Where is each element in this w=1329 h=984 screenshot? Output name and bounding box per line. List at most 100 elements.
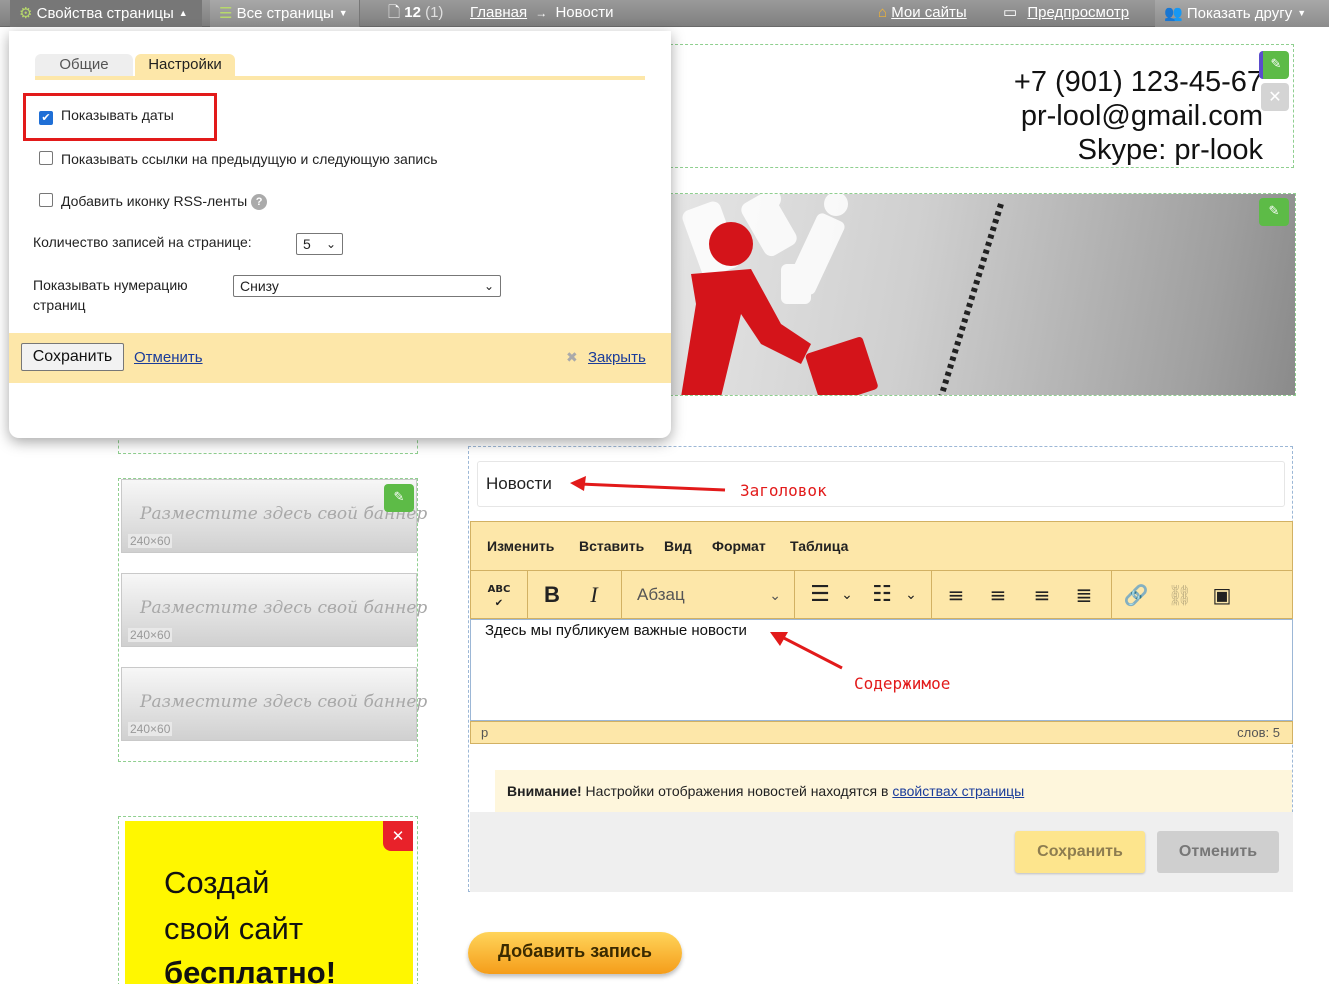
promo-block: Создай свой сайт бесплатно! ✕	[118, 816, 418, 984]
tab-general[interactable]: Общие	[35, 54, 133, 78]
monitor-icon: ▭	[1003, 4, 1018, 21]
option-rss-icon[interactable]: Добавить иконку RSS-ленты?	[39, 193, 268, 210]
my-sites-label: Мои сайты	[891, 4, 967, 21]
my-sites-link[interactable]: ⌂ Мои сайты	[878, 0, 967, 27]
link-icon[interactable]: 🔗	[1121, 571, 1151, 619]
preview-link[interactable]: ▭ Предпросмотр	[1003, 0, 1129, 27]
contacts: +7 (901) 123-45-67 pr-lool@gmail.com Sky…	[1014, 65, 1263, 167]
chevron-down-icon[interactable]: ⌄	[903, 571, 919, 619]
align-right-icon[interactable]: ≡	[1027, 571, 1057, 619]
close-icon[interactable]: ✖	[566, 349, 578, 366]
settings-notice: Внимание! Настройки отображения новостей…	[495, 770, 1292, 812]
banner-image	[661, 194, 1295, 395]
promo-line-3: бесплатно!	[164, 955, 337, 984]
prev-next-label: Показывать ссылки на предыдущую и следую…	[61, 151, 438, 167]
popup-close-link[interactable]: Закрыть	[588, 349, 646, 366]
rss-label: Добавить иконку RSS-ленты	[61, 193, 248, 209]
annotation-arrows	[570, 476, 843, 670]
page-count[interactable]: 🗋 12 (1)	[388, 0, 443, 27]
pagination-select[interactable]: Снизу ⌄	[233, 275, 501, 297]
add-post-button[interactable]: Добавить запись	[468, 932, 682, 974]
popup-save-button[interactable]: Сохранить	[21, 343, 124, 371]
ad-slot-text: Разместите здесь свой баннер	[140, 692, 428, 712]
pencil-icon: ✎	[1270, 57, 1282, 72]
page-settings-popup: Общие Настройки ✔ Показывать даты Показыв…	[9, 31, 671, 438]
ad-slots-block: Разместите здесь свой баннер 240×60 ✎ Ра…	[118, 478, 427, 762]
pencil-icon: ✎	[393, 490, 405, 505]
edit-ads-button[interactable]: ✎	[384, 484, 414, 512]
pagination-label-line-2: страниц	[33, 297, 86, 313]
show-dates-checkbox[interactable]: ✔	[39, 111, 53, 125]
annotation-title: Заголовок	[740, 481, 827, 500]
chevron-down-icon: ▼	[338, 8, 348, 18]
ad-slot[interactable]: Разместите здесь свой баннер 240×60	[121, 667, 427, 741]
unlink-icon[interactable]: ⛓	[1165, 571, 1195, 619]
header-banner[interactable]: ✎	[660, 193, 1296, 396]
notice-label: Внимание!	[507, 783, 582, 799]
breadcrumb-current: Новости	[555, 4, 614, 21]
per-page-label: Количество записей на странице:	[33, 234, 252, 250]
all-pages-label: Все страницы	[236, 5, 334, 22]
status-word-count: слов: 5	[1237, 725, 1280, 740]
popup-cancel-link[interactable]: Отменить	[134, 349, 203, 366]
numbered-list-icon[interactable]: ☷	[867, 571, 897, 619]
tab-underline	[35, 76, 645, 80]
ad-slot[interactable]: Разместите здесь свой баннер 240×60 ✎	[121, 479, 427, 553]
ad-slot-size: 240×60	[128, 628, 173, 642]
align-left-icon[interactable]: ≡	[941, 571, 971, 619]
close-contacts-button[interactable]: ✕	[1261, 83, 1289, 111]
chevron-down-icon: ▼	[1297, 8, 1307, 18]
pagination-label-line-1: Показывать нумерацию	[33, 277, 188, 293]
promo-line-2: свой сайт	[164, 911, 304, 946]
promo-close-button[interactable]: ✕	[383, 821, 413, 851]
ad-slot-size: 240×60	[128, 534, 173, 548]
page-count-value: 12	[404, 4, 421, 21]
per-page-value: 5	[303, 236, 311, 252]
show-friend-label: Показать другу	[1186, 5, 1293, 22]
status-element-path[interactable]: p	[481, 725, 488, 740]
contact-phone: +7 (901) 123-45-67	[1013, 66, 1263, 98]
close-icon: ✕	[391, 827, 405, 845]
top-bar: ⚙ Свойства страницы ▲ ☰ Все страницы ▼ 🗋 1…	[0, 0, 1329, 27]
users-icon: 👥	[1164, 5, 1183, 22]
show-friend-button[interactable]: 👥 Показать другу ▼	[1155, 0, 1329, 27]
close-icon: ✕	[1268, 87, 1282, 106]
page-properties-button[interactable]: ⚙ Свойства страницы ▲	[10, 0, 202, 27]
option-prev-next-links[interactable]: Показывать ссылки на предыдущую и следую…	[39, 151, 438, 167]
tab-settings[interactable]: Настройки	[135, 54, 235, 78]
promo-banner[interactable]: Создай свой сайт бесплатно! ✕	[125, 821, 413, 984]
ad-slot-size: 240×60	[128, 722, 173, 736]
breadcrumb-home-link[interactable]: Главная	[470, 4, 527, 21]
pagination-value: Снизу	[240, 278, 279, 294]
per-page-select[interactable]: 5 ⌄	[296, 233, 343, 255]
chevron-up-icon: ▲	[178, 8, 188, 18]
contact-email: pr-lool@gmail.com	[1020, 100, 1263, 132]
chevron-down-icon: ⌄	[325, 237, 336, 251]
spellcheck-icon[interactable]: ABC ✔	[481, 571, 517, 619]
list-icon: ☰	[219, 5, 233, 22]
document-icon: 🗋	[388, 4, 401, 21]
ad-slot[interactable]: Разместите здесь свой баннер 240×60	[121, 573, 427, 647]
prev-next-checkbox[interactable]	[39, 151, 53, 165]
contact-skype: Skype: pr-look	[1077, 134, 1263, 166]
option-show-dates[interactable]: ✔ Показывать даты	[39, 107, 174, 125]
align-center-icon[interactable]: ≡	[983, 571, 1013, 619]
page-properties-label: Свойства страницы	[36, 5, 174, 22]
pagination-label: Показывать нумерацию страниц	[33, 275, 188, 315]
show-dates-label: Показывать даты	[61, 107, 174, 123]
edit-contacts-button[interactable]: ✎	[1259, 51, 1289, 79]
ad-slot-text: Разместите здесь свой баннер	[140, 598, 428, 618]
gear-icon: ⚙	[19, 5, 33, 22]
edit-banner-button[interactable]: ✎	[1259, 198, 1289, 226]
image-icon[interactable]: ▣	[1207, 571, 1237, 619]
align-justify-icon[interactable]: ≣	[1069, 571, 1099, 619]
cancel-button[interactable]: Отменить	[1157, 831, 1279, 873]
contacts-block[interactable]: +7 (901) 123-45-67 pr-lool@gmail.com Sky…	[660, 44, 1294, 168]
all-pages-button[interactable]: ☰ Все страницы ▼	[210, 0, 360, 27]
page-properties-link[interactable]: свойствах страницы	[892, 783, 1024, 799]
save-button[interactable]: Сохранить	[1015, 831, 1145, 873]
help-icon[interactable]: ?	[251, 194, 268, 210]
rss-checkbox[interactable]	[39, 193, 53, 207]
menu-edit[interactable]: Изменить	[487, 538, 554, 554]
home-icon: ⌂	[878, 4, 888, 21]
